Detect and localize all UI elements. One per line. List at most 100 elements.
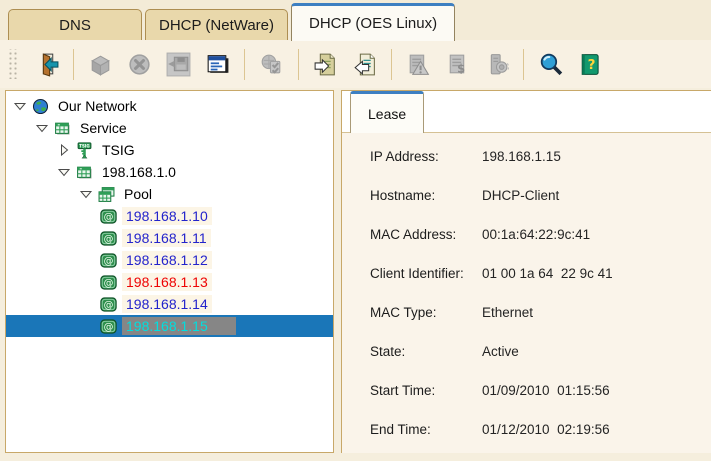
export-database-icon[interactable] (348, 47, 381, 81)
tree-item-label: 198.168.1.13 (122, 273, 212, 291)
tree-item-198-168-1-13[interactable]: @198.168.1.13 (6, 271, 333, 293)
pool-icon (98, 186, 115, 203)
tree-item-label: 198.168.1.15 (122, 317, 236, 335)
lease-field-state: State:Active (370, 344, 711, 362)
toolbar-separator (298, 49, 299, 80)
delete-object-icon (123, 47, 156, 81)
tree-item-label: Service (76, 119, 131, 137)
tree-item-label: 198.168.1.11 (122, 229, 211, 247)
tab-lease-label: Lease (368, 106, 406, 122)
tree-item-label: 198.168.1.12 (122, 251, 212, 269)
toolbar-separator (73, 49, 74, 80)
at-lease-icon: @ (100, 296, 117, 313)
tree-item-our-network[interactable]: Our Network (6, 95, 333, 117)
field-label: Hostname: (370, 188, 482, 206)
expander-open-icon[interactable] (34, 120, 50, 136)
tree-item-label: Our Network (54, 97, 141, 115)
lease-field-client-identifier: Client Identifier:01 00 1a 64 22 9c 41 (370, 266, 711, 284)
field-label: State: (370, 344, 482, 362)
field-value: DHCP-Client (482, 188, 559, 206)
tab-dns[interactable]: DNS (8, 9, 142, 40)
svg-text:@: @ (104, 278, 114, 289)
field-value: Ethernet (482, 305, 533, 323)
lease-tab-strip: Lease (342, 91, 711, 133)
svg-text:?: ? (588, 57, 596, 73)
svg-text:$: $ (457, 61, 465, 75)
search-icon[interactable] (534, 47, 567, 81)
tsig-key-icon: TSIG (76, 142, 93, 159)
tab-label: DHCP (NetWare) (159, 17, 274, 34)
tree-item-label: 198.168.1.0 (98, 163, 180, 181)
svg-text:TSIG: TSIG (79, 143, 89, 148)
toolbar-separator (391, 49, 392, 80)
save-data-icon (162, 47, 195, 81)
svg-text:@: @ (104, 300, 114, 311)
expander-closed-icon[interactable] (56, 142, 72, 158)
lease-field-hostname: Hostname:DHCP-Client (370, 188, 711, 206)
help-book-icon[interactable]: ? (573, 47, 606, 81)
lease-field-end-time: End Time:01/12/2010 02:19:56 (370, 422, 711, 440)
tab-lease[interactable]: Lease (350, 91, 424, 133)
exit-door-icon[interactable] (30, 47, 63, 81)
lease-field-mac-address: MAC Address:00:1a:64:22:9c:41 (370, 227, 711, 245)
at-lease-icon: @ (100, 208, 117, 225)
field-value: 01/12/2010 02:19:56 (482, 422, 610, 440)
toolbar-grip-handle[interactable] (7, 49, 18, 79)
globe-icon (32, 98, 49, 115)
toolbar: $? (0, 40, 711, 88)
svg-text:@: @ (104, 212, 114, 223)
tab-dhcp-netware[interactable]: DHCP (NetWare) (145, 9, 288, 40)
field-value: 198.168.1.15 (482, 149, 561, 167)
field-label: Client Identifier: (370, 266, 482, 284)
field-label: MAC Type: (370, 305, 482, 323)
events-log-icon (402, 47, 435, 81)
expander-open-icon[interactable] (78, 186, 94, 202)
tree-item-label: 198.168.1.14 (122, 295, 212, 313)
tree-item-pool[interactable]: Pool (6, 183, 333, 205)
field-value: 01 00 1a 64 22 9c 41 (482, 266, 613, 284)
tree-item-198-168-1-11[interactable]: @198.168.1.11 (6, 227, 333, 249)
audit-trail-icon: $ (441, 47, 474, 81)
table-icon (76, 164, 93, 181)
tab-label: DNS (59, 17, 91, 34)
lease-field-start-time: Start Time:01/09/2010 01:15:56 (370, 383, 711, 401)
tab-label: DHCP (OES Linux) (309, 15, 437, 32)
tree-item-198-168-1-15[interactable]: @198.168.1.15 (6, 315, 333, 337)
network-tree-panel: Our Network Service TSIGTSIG 198.168.1.0 Poo… (5, 90, 334, 453)
import-database-icon[interactable] (309, 47, 342, 81)
field-value: 00:1a:64:22:9c:41 (482, 227, 590, 245)
at-lease-icon: @ (100, 318, 117, 335)
server-view-icon (480, 47, 513, 81)
field-label: End Time: (370, 422, 482, 440)
table-icon (54, 120, 71, 137)
field-label: MAC Address: (370, 227, 482, 245)
at-lease-icon: @ (100, 274, 117, 291)
field-label: Start Time: (370, 383, 482, 401)
field-value: 01/09/2010 01:15:56 (482, 383, 610, 401)
tree-item-label: 198.168.1.10 (122, 207, 212, 225)
main-split-area: Our Network Service TSIGTSIG 198.168.1.0 Poo… (0, 88, 711, 453)
tree-item-tsig[interactable]: TSIGTSIG (6, 139, 333, 161)
tree-item-service[interactable]: Service (6, 117, 333, 139)
svg-text:@: @ (104, 256, 114, 267)
expander-open-icon[interactable] (12, 98, 28, 114)
field-value: Active (482, 344, 519, 362)
create-object-cube-icon (84, 47, 117, 81)
tab-dhcp-oes-linux[interactable]: DHCP (OES Linux) (291, 3, 455, 41)
tree-item-198-168-1-0[interactable]: 198.168.1.0 (6, 161, 333, 183)
at-lease-icon: @ (100, 252, 117, 269)
tree-item-198-168-1-14[interactable]: @198.168.1.14 (6, 293, 333, 315)
field-label: IP Address: (370, 149, 482, 167)
server-status-icon (255, 47, 288, 81)
toolbar-separator (244, 49, 245, 80)
lease-fields: IP Address:198.168.1.15 Hostname:DHCP-Cli… (342, 133, 711, 461)
lease-field-ip-address: IP Address:198.168.1.15 (370, 149, 711, 167)
svg-text:@: @ (104, 322, 114, 333)
expander-open-icon[interactable] (56, 164, 72, 180)
tree-item-198-168-1-10[interactable]: @198.168.1.10 (6, 205, 333, 227)
view-list-icon[interactable] (201, 47, 234, 81)
dns-dhcp-console-window: DNS DHCP (NetWare) DHCP (OES Linux) $? Our… (0, 0, 711, 453)
tree-item-198-168-1-12[interactable]: @198.168.1.12 (6, 249, 333, 271)
tab-bar: DNS DHCP (NetWare) DHCP (OES Linux) (0, 0, 711, 40)
lease-detail-panel: Lease IP Address:198.168.1.15 Hostname:DH… (341, 90, 711, 453)
